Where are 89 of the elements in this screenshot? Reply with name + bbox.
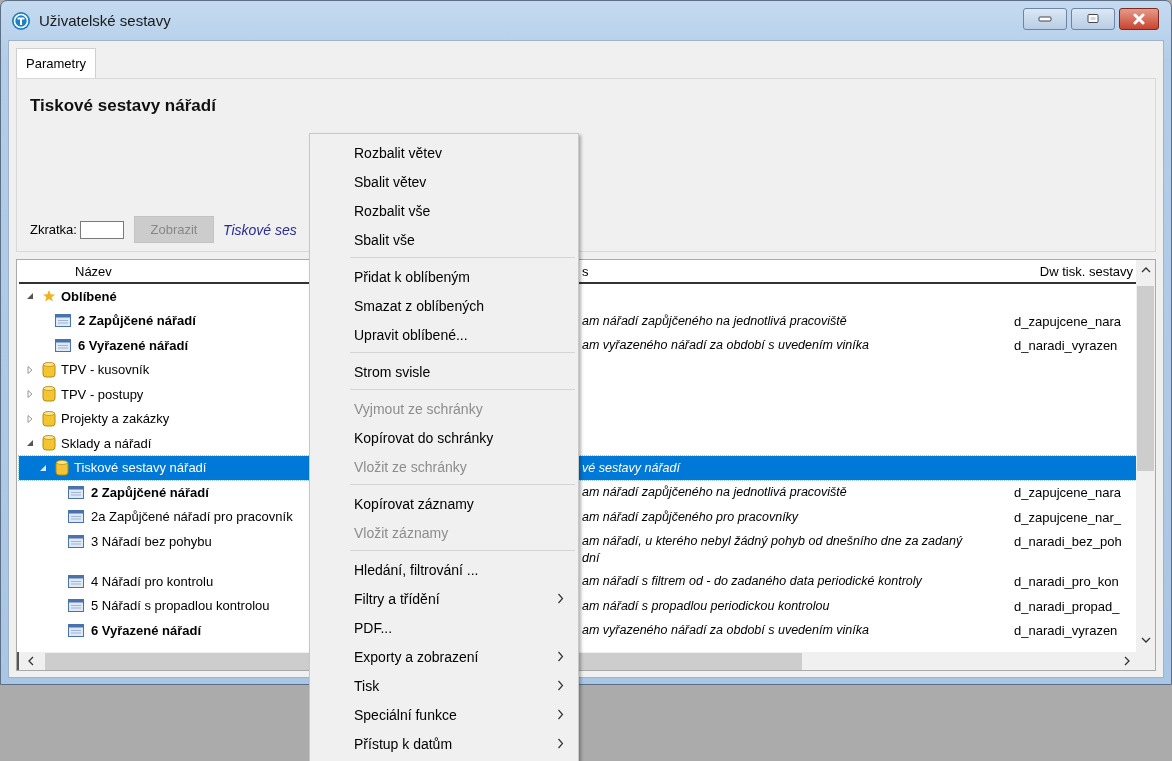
menu-item[interactable]: Přidat k oblíbeným [310,262,578,291]
menu-item[interactable]: Kopírovat do schránky [310,423,578,452]
window-title: Uživatelské sestavy [39,12,171,29]
row-description: am vyřazeného nářadí za období s uvedením viníka [582,623,869,637]
field-label: Zkratka: [30,222,77,237]
row-dw-name: d_naradi_propad_ [1014,598,1120,614]
database-icon [42,385,56,404]
tree-item[interactable]: 4 Nářadí pro kontrolu [91,573,214,589]
tree-item[interactable]: Sklady a nářadí [61,435,152,451]
row-description: am nářadí, u kterého nebyl žádný pohyb od dnešního dne za zadaný dní [582,534,963,565]
menu-item[interactable]: Kopírovat záznamy [310,489,578,518]
menu-item[interactable]: Hledání, filtrování ... [310,555,578,584]
tree-item[interactable]: 2 Zapůjčené nářadí [91,484,209,500]
app-icon [11,10,31,31]
tree-item[interactable]: 5 Nářadí s propadlou kontrolou [91,598,270,614]
scroll-left-icon[interactable] [27,656,35,666]
maximize-button[interactable] [1071,7,1115,30]
scrollbar-thumb[interactable] [1137,286,1154,471]
row-description: vé sestavy nářadí [582,460,680,475]
report-icon [68,485,84,499]
menu-item[interactable]: Rozbalit větev [310,138,578,167]
expanded-arrow-icon[interactable] [26,439,34,448]
column-header[interactable]: Dw tisk. sestavy [1014,263,1136,279]
report-icon [68,534,84,548]
row-description: am nářadí zapůjčeného pro pracovníky [582,509,799,524]
row-description: am vyřazeného nářadí za období s uvedením viníka [582,338,869,352]
row-dw-name: d_naradi_vyrazen [1014,623,1118,638]
report-icon [68,510,84,524]
expanded-arrow-icon[interactable] [26,292,34,301]
menu-item[interactable]: Rozbalit vše [310,196,578,225]
scroll-down-icon[interactable] [1140,636,1151,644]
scroll-right-icon[interactable] [1123,656,1131,666]
menu-item[interactable]: Strom svisle [310,357,578,386]
database-icon [42,434,56,453]
row-description: am nářadí s propadlou periodickou kontrolou [582,598,830,613]
database-icon [55,458,69,477]
panel-heading: Tiskové sestavy nářadí [30,96,218,116]
menu-item[interactable]: Tisk [310,671,578,700]
row-dw-name: d_naradi_pro_kon [1014,574,1119,589]
vertical-scrollbar[interactable] [1136,260,1155,652]
row-dw-name: d_naradi_vyrazen [1014,338,1118,353]
breadcrumb-link[interactable]: Tiskové ses [222,221,297,238]
menu-item[interactable]: Přístup k datům [310,729,578,758]
database-icon [42,360,56,379]
tree-item[interactable]: 3 Nářadí bez pohybu [91,533,212,549]
row-dw-name: d_naradi_bez_poh [1014,534,1122,549]
minimize-icon [1038,15,1052,22]
menu-item[interactable]: Exporty a zobrazení [310,642,578,671]
column-header[interactable]: s [582,263,1014,279]
menu-item[interactable]: Upravit oblíbené... [310,320,578,349]
row-dw-name: d_zapujcene_nar_ [1014,509,1121,525]
shortcut-field[interactable] [79,220,124,239]
report-icon [68,599,84,613]
menu-item[interactable]: Smazat z oblíbených [310,291,578,320]
collapsed-arrow-icon[interactable] [26,414,34,423]
scroll-up-icon[interactable] [1140,266,1151,274]
row-dw-name: d_zapujcene_nara [1014,313,1121,329]
menu-item[interactable]: Sbalit větev [310,167,578,196]
row-dw-name: d_zapujcene_nara [1014,485,1121,500]
row-description: am nářadí zapůjčeného na jednotlivá pracoviště [582,313,847,328]
row-description: am nářadí s filtrem od - do zadaného data periodické kontroly [582,574,922,588]
expanded-arrow-icon[interactable] [39,463,47,472]
collapsed-arrow-icon[interactable] [26,365,34,374]
tree-item[interactable]: TPV - kusovník [61,362,150,378]
minimize-button[interactable] [1023,7,1067,30]
tree-item[interactable]: Oblíbené [61,288,117,304]
close-button[interactable] [1119,7,1159,30]
tree-item[interactable]: Projekty a zakázky [61,411,170,427]
tab[interactable]: Parametry [16,48,96,78]
menu-item[interactable]: Sbalit vše [310,225,578,254]
report-icon [68,623,84,637]
tree-item[interactable]: TPV - postupy [61,386,144,402]
maximize-icon [1086,12,1100,25]
menu-item[interactable]: Filtry a třídění [310,584,578,613]
menu-item[interactable]: PDF... [310,613,578,642]
menu-item[interactable]: Speciální funkce [310,700,578,729]
report-icon [55,338,71,352]
report-icon [68,574,84,588]
tree-item[interactable]: 2 Zapůjčené nářadí [78,313,196,329]
star-icon [42,289,56,304]
tree-item[interactable]: 2a Zapůjčené nářadí pro pracovník [91,509,293,525]
row-description: am nářadí zapůjčeného na jednotlivá pracoviště [582,485,847,499]
tree-item[interactable]: 6 Vyřazené nářadí [91,622,202,638]
tree-item[interactable]: Tiskové sestavy nářadí [74,460,207,476]
tree-item[interactable]: 6 Vyřazené nářadí [78,337,189,353]
collapsed-arrow-icon[interactable] [26,390,34,399]
close-icon [1132,12,1146,25]
report-icon [55,314,71,328]
database-icon [42,409,56,428]
